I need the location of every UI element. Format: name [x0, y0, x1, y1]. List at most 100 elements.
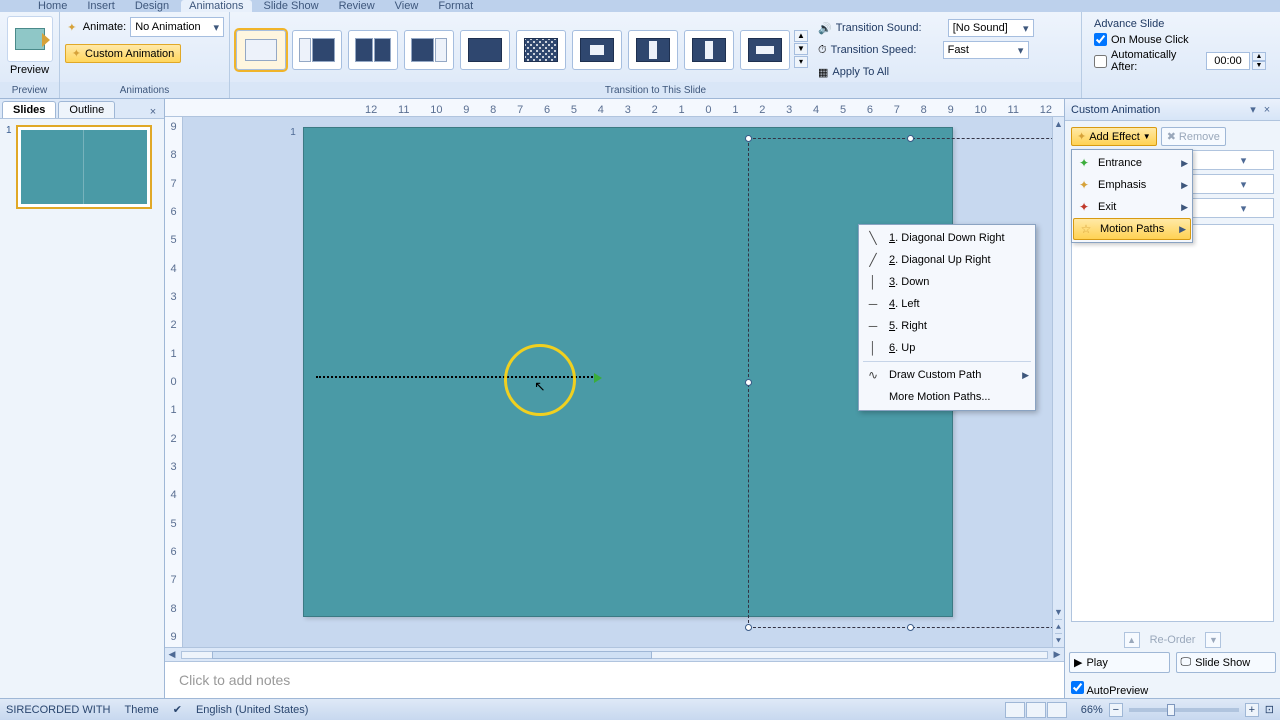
auto-after-value[interactable]: [1206, 52, 1250, 70]
category-exit[interactable]: ✦ Exit▶: [1072, 196, 1192, 218]
tab-outline[interactable]: Outline: [58, 101, 115, 118]
group-label-transitions: Transition to This Slide: [230, 82, 1081, 98]
taskpane-menu-icon[interactable]: ▾: [1246, 103, 1260, 116]
record-label: SIRECORDED WITH: [6, 704, 111, 716]
group-advance: Advance Slide On Mouse Click Automatical…: [1082, 12, 1280, 98]
close-icon[interactable]: ×: [146, 106, 160, 118]
view-buttons[interactable]: [1005, 702, 1067, 718]
zoom-out[interactable]: −: [1109, 703, 1123, 717]
gallery-more[interactable]: ▾: [794, 56, 808, 68]
workspace: Slides Outline × 1 121110987654321012345…: [0, 99, 1280, 701]
tab-format[interactable]: Format: [430, 0, 481, 12]
speed-combo[interactable]: Fast▾: [943, 41, 1029, 59]
effect-list[interactable]: 1 🖱 Rectangle 5: [1071, 224, 1274, 622]
spin-down[interactable]: ▼: [1252, 61, 1266, 70]
slide-index: 1: [285, 127, 301, 143]
motion-diagonal-up-right[interactable]: ╱2. Diagonal Up Right: [859, 249, 1035, 271]
tab-slideshow[interactable]: Slide Show: [256, 0, 327, 12]
spellcheck-icon[interactable]: ✔: [173, 703, 182, 716]
monitor-icon: 🖵: [1181, 656, 1192, 669]
transition-5[interactable]: [460, 30, 510, 70]
motion-up[interactable]: │6. Up: [859, 337, 1035, 359]
slide-surface[interactable]: ↖: [303, 127, 953, 617]
category-entrance[interactable]: ✦ Entrance▶: [1072, 152, 1192, 174]
star-icon: ✦: [72, 47, 81, 60]
slideshow-button[interactable]: 🖵Slide Show: [1176, 652, 1277, 673]
slide-thumbnail-1[interactable]: 1: [6, 125, 158, 209]
transition-7[interactable]: [572, 30, 622, 70]
ribbon-tab-strip: Home Insert Design Animations Slide Show…: [0, 0, 1280, 12]
add-effect-button[interactable]: ✦ Add Effect▼: [1071, 127, 1157, 146]
reorder-down[interactable]: ▼: [1205, 632, 1221, 648]
gallery-up[interactable]: ▲: [794, 30, 808, 42]
preview-button[interactable]: [7, 16, 53, 62]
star-icon: ✦: [1077, 130, 1086, 143]
spin-up[interactable]: ▲: [1252, 52, 1266, 61]
reorder-row: ▲ Re-Order ▼: [1065, 628, 1280, 652]
on-mouse-click-checkbox[interactable]: On Mouse Click: [1094, 33, 1266, 46]
zoom-control[interactable]: 66% − + ⊡: [1081, 703, 1274, 717]
add-effect-flyout: ✦ Entrance▶ ✦ Emphasis▶ ✦ Exit▶ ☆: [1071, 149, 1193, 243]
motion-more-paths[interactable]: More Motion Paths...: [859, 386, 1035, 408]
motion-left[interactable]: ─4. Left: [859, 293, 1035, 315]
zoom-in[interactable]: +: [1245, 703, 1259, 717]
category-emphasis[interactable]: ✦ Emphasis▶: [1072, 174, 1192, 196]
transition-8[interactable]: [628, 30, 678, 70]
speed-icon: ⏱: [818, 44, 827, 57]
tab-design[interactable]: Design: [127, 0, 177, 12]
motion-diagonal-down-right[interactable]: ╲1. Diagonal Down Right: [859, 227, 1035, 249]
tab-insert[interactable]: Insert: [79, 0, 123, 12]
horizontal-scrollbar[interactable]: ◀▶: [165, 647, 1064, 661]
transition-none[interactable]: [236, 30, 286, 70]
group-label-animations: Animations: [60, 82, 229, 98]
fit-icon[interactable]: ⊡: [1265, 703, 1274, 716]
tab-animations[interactable]: Animations: [181, 0, 251, 12]
custom-animation-button[interactable]: ✦ Custom Animation: [65, 44, 181, 63]
sound-combo[interactable]: [No Sound]▾: [948, 19, 1034, 37]
taskpane-close-icon[interactable]: ×: [1260, 104, 1274, 116]
play-button[interactable]: ▶Play: [1069, 652, 1170, 673]
tab-review[interactable]: Review: [331, 0, 383, 12]
speed-label: Transition Speed:: [831, 44, 939, 56]
motion-draw-custom-path[interactable]: ∿Draw Custom Path▶: [859, 364, 1035, 386]
motion-down[interactable]: │3. Down: [859, 271, 1035, 293]
language-label[interactable]: English (United States): [196, 704, 309, 716]
chevron-down-icon: ▾: [209, 21, 223, 34]
tab-home[interactable]: Home: [30, 0, 75, 12]
notes-placeholder[interactable]: Click to add notes: [165, 661, 1064, 701]
reorder-up[interactable]: ▲: [1124, 632, 1140, 648]
motion-right[interactable]: ─5. Right: [859, 315, 1035, 337]
advance-title: Advance Slide: [1094, 18, 1266, 30]
transition-6[interactable]: [516, 30, 566, 70]
vertical-scrollbar[interactable]: ▲▼ ⯅⯆: [1052, 117, 1064, 647]
tab-slides[interactable]: Slides: [2, 101, 56, 118]
custom-animation-label: Custom Animation: [85, 48, 174, 60]
transition-4[interactable]: [404, 30, 454, 70]
prev-slide-button[interactable]: ⯅: [1055, 619, 1062, 633]
custom-animation-pane: Custom Animation ▾ × ✦ Add Effect▼ ✦ Ent…: [1064, 99, 1280, 701]
auto-after-label: Automatically After:: [1111, 49, 1202, 73]
group-transitions: ▲ ▼ ▾ 🔊 Transition Sound: [No Sound]▾ ⏱ …: [230, 12, 1082, 98]
remove-icon: ✖: [1167, 130, 1176, 143]
next-slide-button[interactable]: ⯆: [1055, 633, 1062, 647]
motion-paths-submenu: ╲1. Diagonal Down Right ╱2. Diagonal Up …: [858, 224, 1036, 411]
gallery-down[interactable]: ▼: [794, 43, 808, 55]
animate-combo[interactable]: ▾: [130, 17, 224, 37]
auto-after-checkbox[interactable]: [1094, 55, 1107, 68]
transition-2[interactable]: [292, 30, 342, 70]
remove-button[interactable]: ✖ Remove: [1161, 127, 1226, 146]
motion-icon: ☆: [1078, 221, 1094, 237]
slide-number: 1: [6, 125, 12, 209]
transition-10[interactable]: [740, 30, 790, 70]
entrance-icon: ✦: [1076, 155, 1092, 171]
transition-9[interactable]: [684, 30, 734, 70]
transition-settings: 🔊 Transition Sound: [No Sound]▾ ⏱ Transi…: [818, 16, 1034, 82]
slides-pane: Slides Outline × 1: [0, 99, 165, 701]
transition-3[interactable]: [348, 30, 398, 70]
horizontal-ruler: 1211109876543210123456789101112: [165, 99, 1064, 117]
transition-gallery[interactable]: ▲ ▼ ▾: [236, 28, 808, 70]
apply-all-button[interactable]: Apply To All: [832, 66, 889, 78]
group-label-preview: Preview: [0, 82, 59, 98]
tab-view[interactable]: View: [387, 0, 427, 12]
category-motion-paths[interactable]: ☆ Motion Paths▶: [1073, 218, 1191, 240]
